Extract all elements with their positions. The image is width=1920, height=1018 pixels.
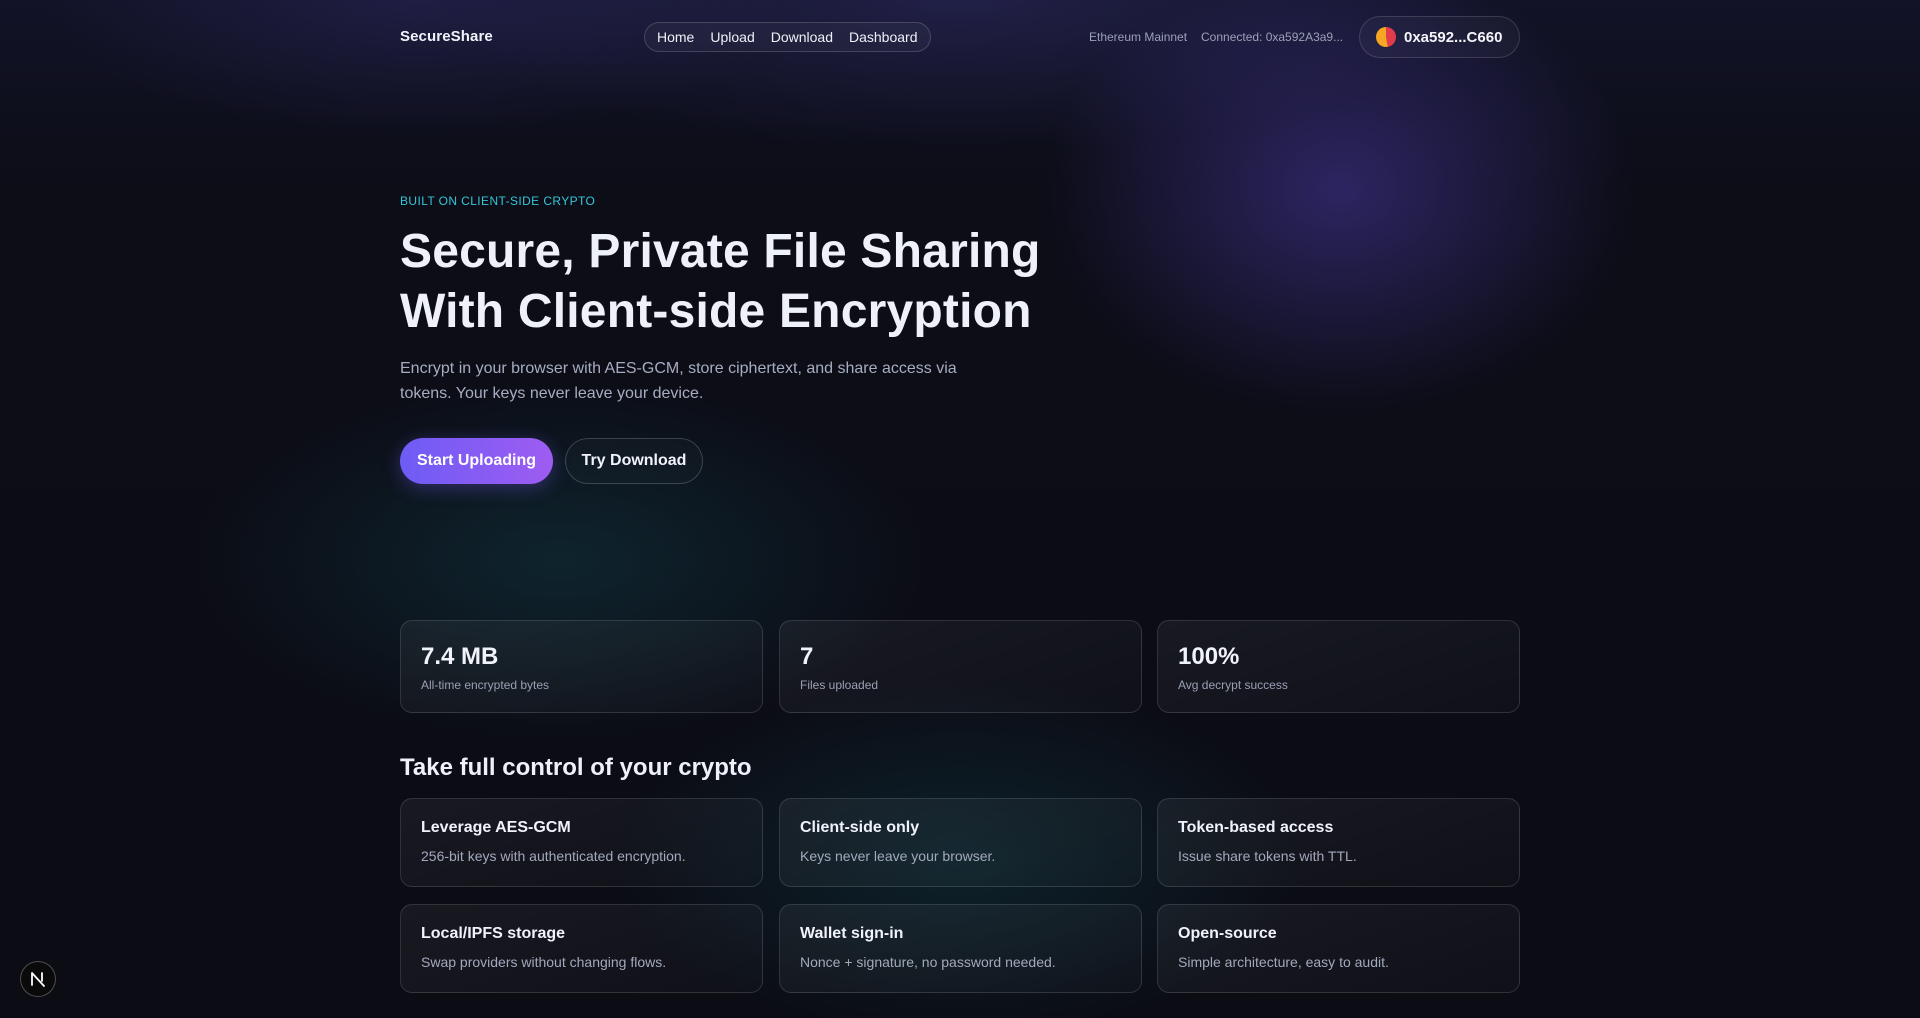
nav-upload[interactable]: Upload xyxy=(702,29,762,45)
feature-title: Leverage AES-GCM xyxy=(421,819,571,836)
stat-label: Files uploaded xyxy=(800,678,879,692)
network-label: Ethereum Mainnet xyxy=(1089,30,1188,44)
try-download-button[interactable]: Try Download xyxy=(565,438,703,484)
feature-title: Open-source xyxy=(1178,925,1277,942)
hero-subtitle: Encrypt in your browser with AES-GCM, st… xyxy=(400,360,957,402)
stat-card-files-uploaded: 7 Files uploaded xyxy=(779,620,1142,713)
feature-description: Nonce + signature, no password needed. xyxy=(800,954,1056,970)
brand-logo-text[interactable]: SecureShare xyxy=(400,28,493,45)
connected-address-label: Connected: 0xa592A3a9... xyxy=(1201,30,1344,44)
wallet-address: 0xa592...C660 xyxy=(1404,28,1503,46)
stat-card-encrypted-bytes: 7.4 MB All-time encrypted bytes xyxy=(400,620,763,713)
feature-card-aes-gcm: Leverage AES-GCM 256-bit keys with authe… xyxy=(400,798,763,887)
nav-dashboard[interactable]: Dashboard xyxy=(841,29,926,45)
wallet-avatar-icon xyxy=(1376,27,1396,47)
stat-card-decrypt-success: 100% Avg decrypt success xyxy=(1157,620,1520,713)
hero-title-line-2: With Client-side Encryption xyxy=(400,285,1032,338)
feature-title: Local/IPFS storage xyxy=(421,925,566,942)
feature-title: Client-side only xyxy=(800,819,920,836)
main-nav: Home Upload Download Dashboard xyxy=(644,22,931,52)
nav-home[interactable]: Home xyxy=(649,29,702,45)
feature-description: Simple architecture, easy to audit. xyxy=(1178,954,1389,970)
wallet-button[interactable]: 0xa592...C660 xyxy=(1359,16,1520,58)
hero-title: Secure, Private File Sharing With Client… xyxy=(400,222,1100,342)
feature-title: Wallet sign-in xyxy=(800,925,904,942)
feature-card-token-access: Token-based access Issue share tokens wi… xyxy=(1157,798,1520,887)
stat-value: 7.4 MB xyxy=(421,643,499,670)
feature-card-storage: Local/IPFS storage Swap providers withou… xyxy=(400,904,763,993)
nextjs-n-glyph xyxy=(31,972,45,987)
feature-card-open-source: Open-source Simple architecture, easy to… xyxy=(1157,904,1520,993)
stat-value: 100% xyxy=(1178,643,1240,670)
stat-value: 7 xyxy=(800,643,814,670)
stat-label: All-time encrypted bytes xyxy=(421,678,550,692)
start-uploading-button[interactable]: Start Uploading xyxy=(400,438,553,484)
feature-description: 256-bit keys with authenticated encrypti… xyxy=(421,848,686,864)
nextjs-logo-icon[interactable] xyxy=(20,961,56,997)
feature-card-wallet-signin: Wallet sign-in Nonce + signature, no pas… xyxy=(779,904,1142,993)
stat-label: Avg decrypt success xyxy=(1178,678,1288,692)
feature-description: Keys never leave your browser. xyxy=(800,848,996,864)
hero-eyebrow: BUILT ON CLIENT-SIDE CRYPTO xyxy=(400,194,596,208)
feature-description: Issue share tokens with TTL. xyxy=(1178,848,1357,864)
page: SecureShare Home Upload Download Dashboa… xyxy=(0,0,1920,1018)
feature-title: Token-based access xyxy=(1178,819,1334,836)
hero-title-line-1: Secure, Private File Sharing xyxy=(400,225,1041,278)
feature-card-client-side: Client-side only Keys never leave your b… xyxy=(779,798,1142,887)
nav-download[interactable]: Download xyxy=(763,29,841,45)
features-section-title: Take full control of your crypto xyxy=(400,754,752,781)
feature-description: Swap providers without changing flows. xyxy=(421,954,667,970)
